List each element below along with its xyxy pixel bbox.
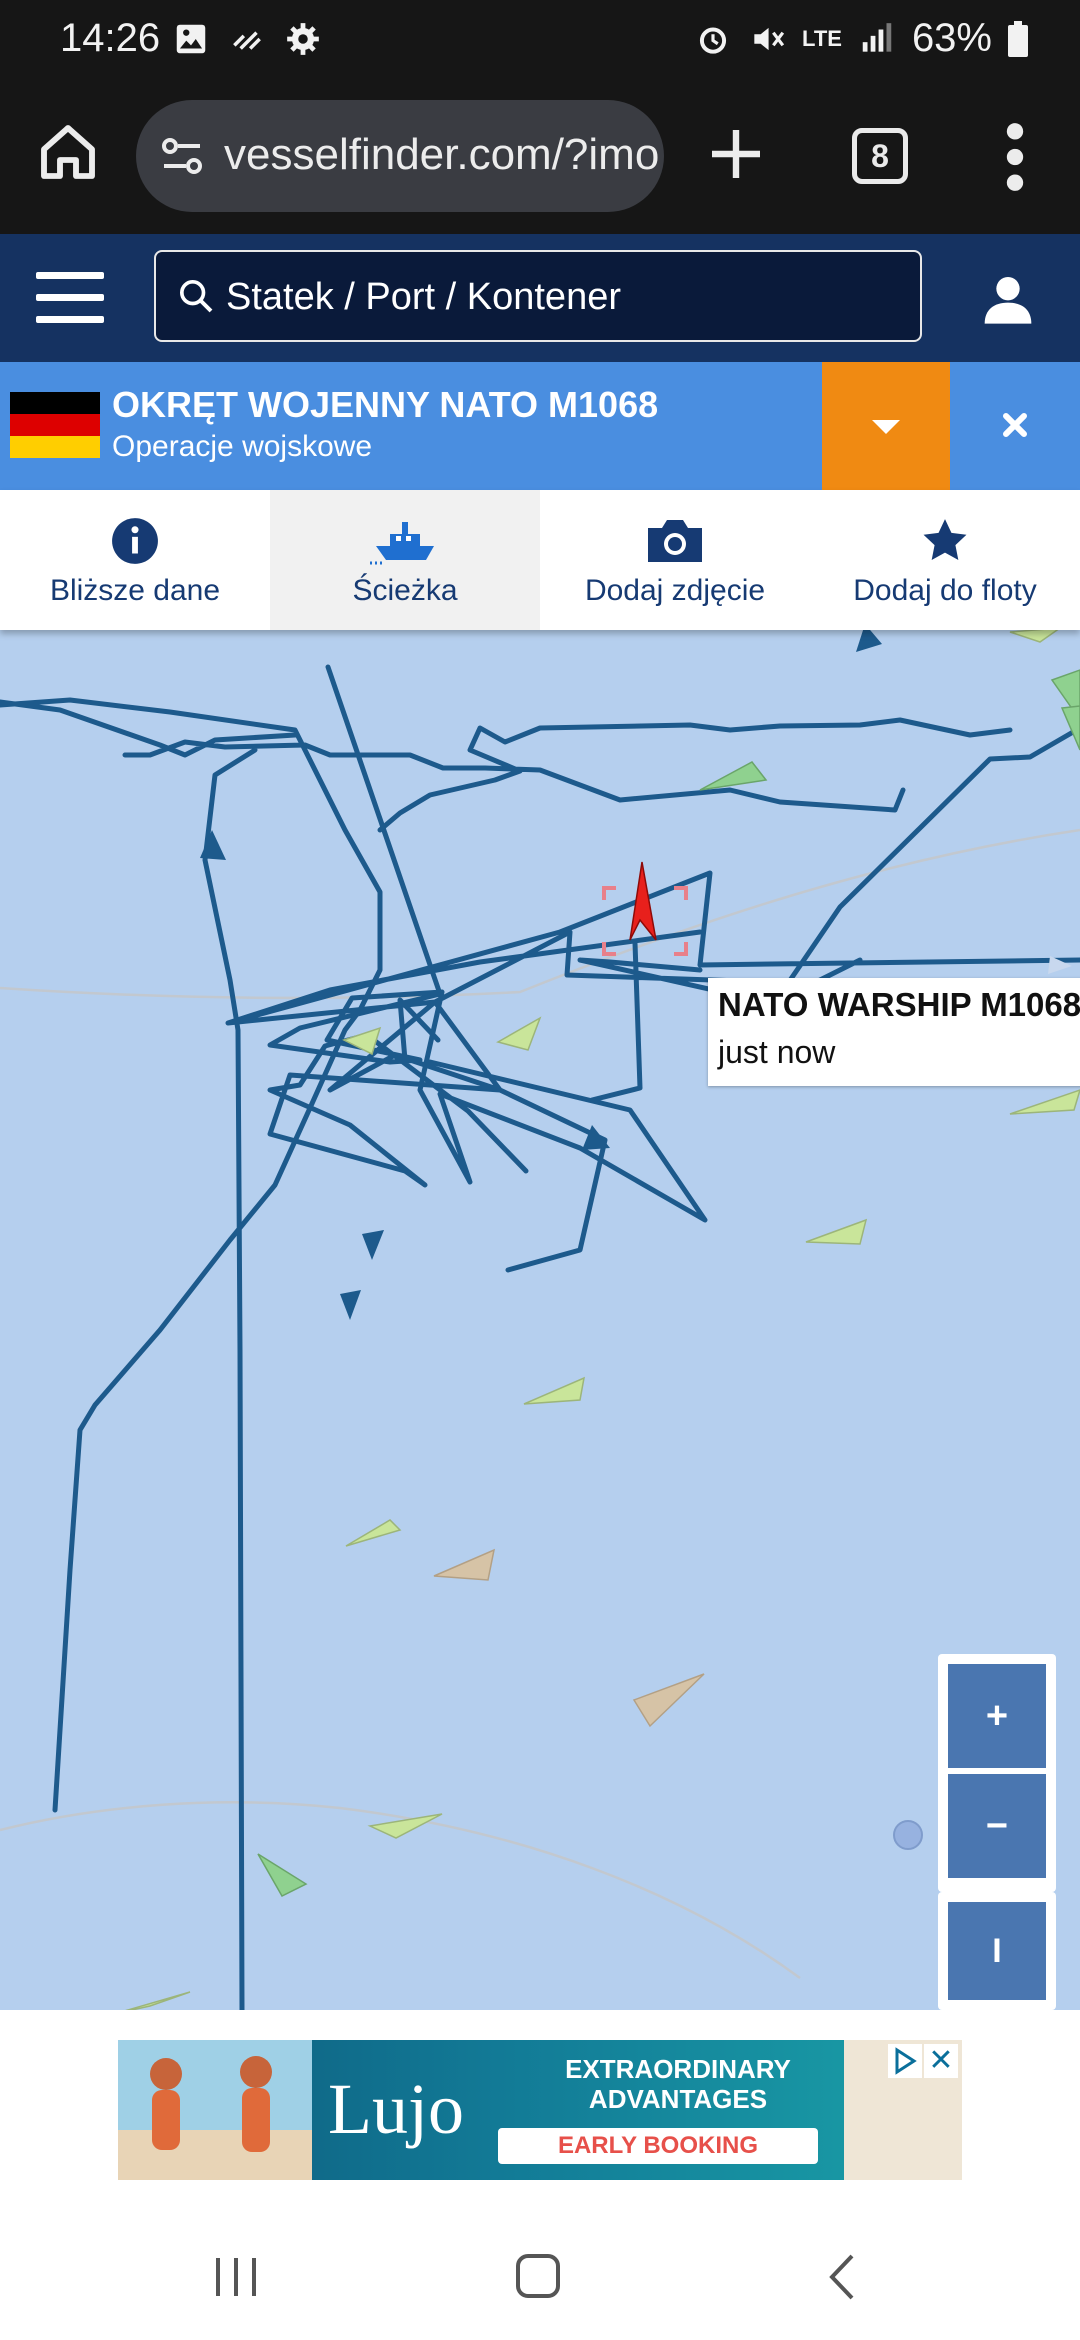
track-direction-arrow (362, 1230, 384, 1260)
close-button[interactable] (950, 362, 1080, 490)
expand-button[interactable] (822, 362, 950, 490)
system-nav-bar (0, 2210, 1080, 2340)
camera-icon (648, 520, 702, 562)
zoom-in-button[interactable]: + (948, 1664, 1046, 1768)
track-direction-arrow (200, 830, 226, 860)
tab-add-to-fleet[interactable]: Dodaj do floty (810, 490, 1080, 630)
vessel-tabs: Bliższe dane Ścieżka Dodaj zdjęcie Dodaj… (0, 490, 1080, 630)
tab-label: Ścieżka (352, 574, 458, 607)
tooltip-last-seen: just now (718, 1034, 836, 1070)
ship-track-icon (370, 522, 434, 565)
tab-track[interactable]: Ścieżka (270, 490, 540, 630)
ad-brand: Lujo (328, 2069, 464, 2149)
notification-icons (172, 20, 322, 58)
flag-germany-icon (10, 392, 100, 458)
tooltip-vessel-name: NATO WARSHIP M1068 (718, 986, 1080, 1023)
ad-cta-button[interactable]: EARLY BOOKING (498, 2128, 818, 2164)
ad-headline-line: ADVANTAGES (588, 2084, 768, 2114)
search-box[interactable] (154, 250, 922, 342)
gallery-icon (176, 24, 206, 54)
vessel-marker[interactable] (805, 1218, 868, 1245)
site-settings-icon[interactable] (158, 132, 206, 180)
mute-icon (754, 27, 785, 50)
vessel-banner: OKRĘT WOJENNY NATO M1068 Operacje wojsko… (0, 362, 1080, 490)
vessel-marker[interactable] (345, 1519, 402, 1547)
clock: 14:26 (60, 16, 161, 60)
url-text[interactable]: vesselfinder.com/?imo (224, 130, 659, 180)
back-icon[interactable] (812, 2250, 872, 2304)
chevron-down-icon (872, 420, 900, 434)
tab-label: Bliższe dane (49, 574, 221, 607)
user-icon[interactable] (980, 270, 1036, 326)
tab-label: Dodaj do floty (853, 574, 1037, 607)
battery-icon (1008, 20, 1028, 57)
alarm-icon (699, 27, 727, 54)
vessel-marker[interactable] (523, 1376, 585, 1405)
ad-headline-line: EXTRAORDINARY (565, 2054, 791, 2084)
vessel-marker[interactable] (1060, 705, 1080, 751)
ad-area: Lujo EXTRAORDINARY ADVANTAGES EARLY BOOK… (0, 2010, 1080, 2210)
tab-details[interactable]: Bliższe dane (0, 490, 270, 630)
home-icon[interactable] (36, 120, 100, 184)
ad-image (118, 2040, 312, 2180)
zoom-control: + − (938, 1654, 1056, 1892)
boundary-line (0, 828, 1080, 1000)
close-icon (1003, 413, 1027, 437)
info-icon (112, 518, 158, 564)
tab-add-photo[interactable]: Dodaj zdjęcie (540, 490, 810, 630)
vessel-track (0, 697, 1013, 2010)
menu-icon[interactable] (36, 272, 104, 324)
anchored-vessel-marker[interactable] (893, 1820, 923, 1850)
data-saver-icon (233, 31, 261, 50)
vessel-marker[interactable] (114, 1991, 191, 2010)
search-input[interactable] (224, 268, 908, 326)
map-view[interactable]: NATO WARSHIP M1068 just now + − I (0, 630, 1080, 2010)
track-direction-arrow (856, 630, 882, 652)
vessel-tooltip[interactable]: NATO WARSHIP M1068 just now (708, 978, 1080, 1086)
signal-icon (862, 22, 892, 52)
address-bar[interactable]: vesselfinder.com/?imo (136, 100, 664, 212)
status-bar: 14:26 LTE 63% (0, 0, 1080, 82)
battery-percent: 63% (911, 16, 992, 60)
ad-headline: EXTRAORDINARY ADVANTAGES (528, 2054, 828, 2114)
new-tab-icon[interactable] (704, 122, 768, 186)
track-direction-arrow (340, 1290, 361, 1320)
measure-button[interactable]: I (948, 1902, 1046, 2000)
measure-control: I (938, 1892, 1056, 2010)
recents-icon[interactable] (206, 2250, 266, 2304)
vessel-name: OKRĘT WOJENNY NATO M1068 (112, 384, 659, 425)
more-options-icon[interactable] (1000, 122, 1030, 192)
ad-choices-icon[interactable] (888, 2044, 922, 2078)
vessel-type: Operacje wojskowe (112, 430, 373, 463)
vessel-marker[interactable] (257, 1853, 308, 1897)
map-canvas[interactable] (0, 630, 1080, 2010)
site-header (0, 234, 1080, 362)
vessel-marker[interactable] (1009, 630, 1060, 643)
browser-toolbar: vesselfinder.com/?imo 8 (0, 82, 1080, 234)
vessel-marker[interactable] (496, 1016, 542, 1051)
tab-switcher-button[interactable]: 8 (852, 128, 908, 184)
search-icon (180, 280, 213, 313)
vessel-marker[interactable] (433, 1548, 496, 1581)
vessel-marker[interactable] (1009, 1089, 1080, 1115)
star-icon (923, 519, 967, 560)
zoom-out-button[interactable]: − (948, 1774, 1046, 1878)
home-icon[interactable] (508, 2250, 568, 2304)
system-icons: LTE 63% (694, 16, 1028, 61)
network-type: LTE (802, 25, 842, 51)
vessel-marker[interactable] (699, 761, 768, 791)
tab-label: Dodaj zdjęcie (584, 574, 766, 607)
ad-close-icon[interactable]: ✕ (924, 2044, 958, 2078)
vessel-marker[interactable] (632, 1673, 705, 1728)
settings-icon (287, 23, 319, 55)
ad-banner[interactable]: Lujo EXTRAORDINARY ADVANTAGES EARLY BOOK… (118, 2040, 962, 2180)
